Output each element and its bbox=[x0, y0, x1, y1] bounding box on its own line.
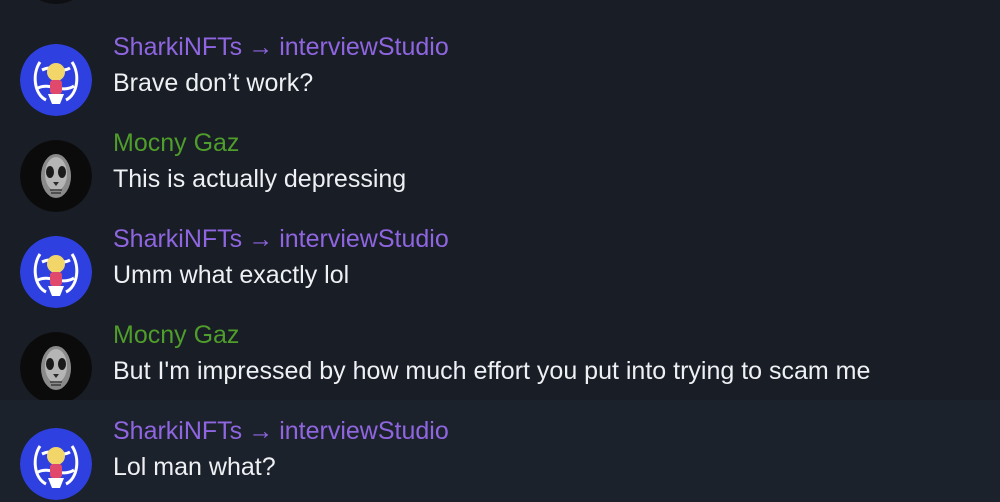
sender-name[interactable]: SharkiNFTs bbox=[113, 33, 242, 61]
recipient-name[interactable]: interviewStudio bbox=[279, 33, 449, 61]
message-text: Umm what exactly lol bbox=[113, 261, 350, 289]
skull-mask-avatar-icon[interactable] bbox=[20, 332, 92, 404]
sender-name[interactable]: Mocny Gaz bbox=[113, 321, 239, 349]
message-header: Mocny Gaz bbox=[113, 320, 239, 350]
previous-message-avatar[interactable] bbox=[20, 0, 92, 4]
chat-message: SharkiNFTs → interviewStudio Brave don’t w… bbox=[0, 16, 1000, 116]
message-header: SharkiNFTs → interviewStudio bbox=[113, 32, 449, 62]
sender-name[interactable]: Mocny Gaz bbox=[113, 129, 239, 157]
chat-message-list: SharkiNFTs → interviewStudio Brave don’t w… bbox=[0, 0, 1000, 502]
reply-arrow-icon: → bbox=[248, 33, 274, 61]
message-text: This is actually depressing bbox=[113, 165, 407, 193]
chat-message: Mocny Gaz This is actually depressing bbox=[0, 112, 1000, 212]
anime-nft-avatar-icon[interactable] bbox=[20, 428, 92, 500]
message-text: Lol man what? bbox=[113, 453, 276, 481]
sender-name[interactable]: SharkiNFTs bbox=[113, 225, 242, 253]
reply-arrow-icon: → bbox=[248, 417, 274, 445]
reply-arrow-icon: → bbox=[248, 225, 274, 253]
message-header: SharkiNFTs → interviewStudio bbox=[113, 416, 449, 446]
message-text: Brave don’t work? bbox=[113, 69, 314, 97]
anime-nft-avatar-icon[interactable] bbox=[20, 44, 92, 116]
anime-nft-avatar-icon[interactable] bbox=[20, 236, 92, 308]
skull-mask-avatar-icon[interactable] bbox=[20, 140, 92, 212]
sender-name[interactable]: SharkiNFTs bbox=[113, 417, 242, 445]
recipient-name[interactable]: interviewStudio bbox=[279, 225, 449, 253]
chat-message: SharkiNFTs → interviewStudio Umm what exac… bbox=[0, 208, 1000, 308]
chat-message: Mocny Gaz But I'm impressed by how much … bbox=[0, 304, 1000, 404]
message-header: SharkiNFTs → interviewStudio bbox=[113, 224, 449, 254]
message-text: But I'm impressed by how much effort you… bbox=[113, 357, 871, 385]
message-header: Mocny Gaz bbox=[113, 128, 239, 158]
recipient-name[interactable]: interviewStudio bbox=[279, 417, 449, 445]
chat-message-highlighted: SharkiNFTs → interviewStudio Lol man what? bbox=[0, 400, 1000, 502]
